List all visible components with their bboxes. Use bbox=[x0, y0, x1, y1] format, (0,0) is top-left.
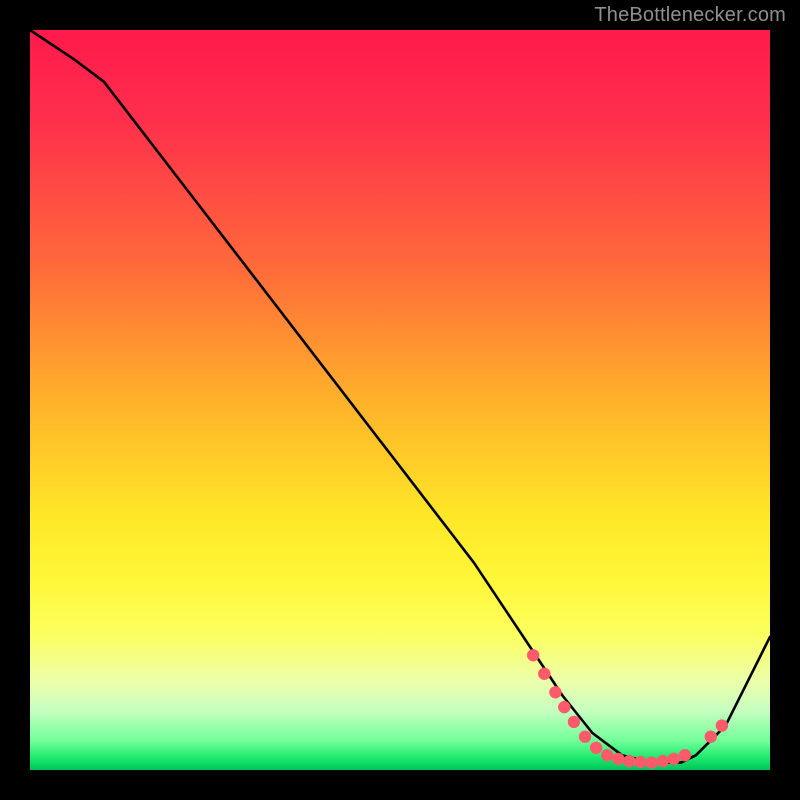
data-marker bbox=[527, 649, 539, 661]
bottleneck-curve bbox=[30, 30, 770, 763]
data-marker bbox=[549, 686, 561, 698]
data-marker bbox=[657, 755, 669, 767]
data-marker bbox=[568, 716, 580, 728]
data-marker bbox=[716, 719, 728, 731]
marker-cluster bbox=[527, 649, 728, 769]
data-marker bbox=[645, 756, 657, 768]
chart-container: TheBottlenecker.com bbox=[0, 0, 800, 800]
data-marker bbox=[579, 731, 591, 743]
plot-area bbox=[30, 30, 770, 770]
credit-label: TheBottlenecker.com bbox=[594, 4, 786, 27]
data-marker bbox=[668, 753, 680, 765]
data-marker bbox=[623, 755, 635, 767]
data-marker bbox=[601, 749, 613, 761]
data-marker bbox=[679, 749, 691, 761]
data-marker bbox=[590, 742, 602, 754]
data-marker bbox=[538, 668, 550, 680]
data-marker bbox=[558, 701, 570, 713]
data-marker bbox=[705, 731, 717, 743]
data-marker bbox=[612, 753, 624, 765]
data-marker bbox=[634, 756, 646, 768]
curve-layer bbox=[30, 30, 770, 770]
